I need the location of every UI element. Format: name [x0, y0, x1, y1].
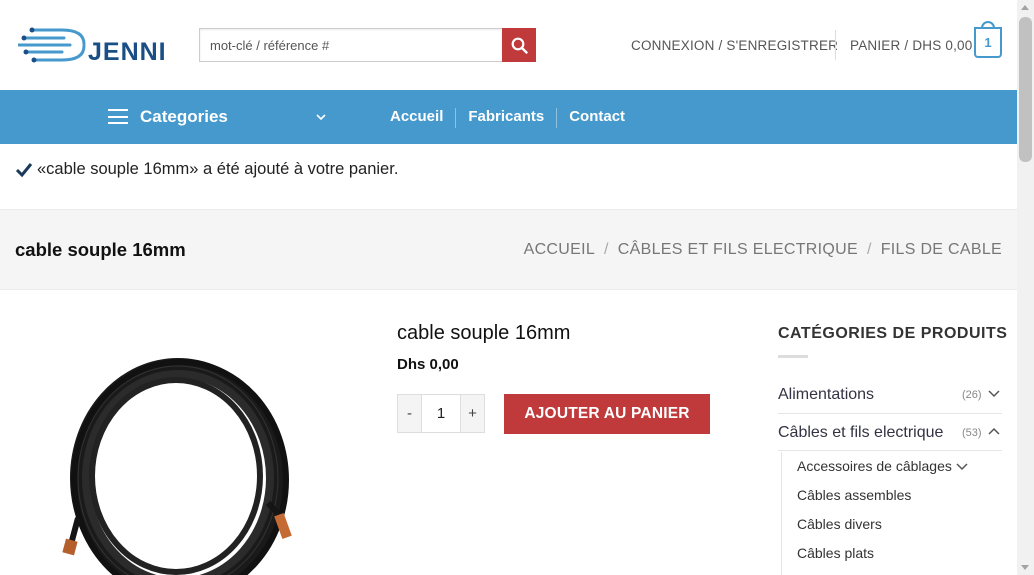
checkmark-icon	[15, 162, 33, 177]
cart-count-badge[interactable]: 1	[974, 27, 1002, 58]
search-input[interactable]	[199, 28, 502, 62]
search-form	[199, 28, 536, 62]
quantity-plus-button[interactable]: +	[461, 395, 484, 432]
sidebar-subcategory-divers[interactable]: Câbles divers	[797, 516, 882, 532]
page-title-bar: cable souple 16mm ACCUEIL / CÂBLES ET FI…	[0, 209, 1017, 290]
product-image[interactable]	[40, 318, 330, 575]
sidebar-divider	[778, 450, 1002, 451]
breadcrumb-item-subcategory[interactable]: FILS DE CABLE	[881, 241, 1002, 259]
category-count: (53)	[962, 427, 982, 439]
site-logo[interactable]: JENNI	[18, 22, 168, 68]
sidebar-category-alimentations[interactable]: Alimentations	[778, 386, 874, 404]
scroll-down-arrow-icon[interactable]	[1021, 565, 1029, 570]
search-icon	[511, 37, 528, 54]
nav-item-accueil[interactable]: Accueil	[378, 108, 455, 128]
login-register-link[interactable]: CONNEXION / S'ENREGISTRER	[631, 38, 838, 53]
sidebar-category-cables[interactable]: Câbles et fils electrique	[778, 424, 943, 442]
add-to-cart-button[interactable]: AJOUTER AU PANIER	[504, 394, 710, 434]
category-count: (26)	[962, 389, 982, 401]
nav-links: Accueil Fabricants Contact	[378, 108, 637, 128]
sidebar-subcategory-assembles[interactable]: Câbles assembles	[797, 487, 911, 503]
main-navbar: Categories Accueil Fabricants Contact	[0, 90, 1017, 144]
logo-lines-icon	[18, 27, 86, 63]
nav-item-contact[interactable]: Contact	[557, 108, 637, 128]
breadcrumb-separator: /	[866, 241, 872, 258]
cable-coil-image	[62, 358, 292, 575]
page-scrollbar[interactable]	[1017, 0, 1034, 575]
page-title: cable souple 16mm	[15, 239, 186, 260]
scroll-up-arrow-icon[interactable]	[1021, 5, 1029, 10]
product-price: Dhs 0,00	[397, 356, 459, 373]
chevron-down-icon[interactable]	[987, 388, 1001, 400]
hamburger-menu-icon[interactable]	[108, 109, 128, 124]
notice-message: «cable souple 16mm» a été ajouté à votre…	[37, 160, 399, 178]
header-divider	[835, 30, 836, 60]
sidebar-subcategory-plats[interactable]: Câbles plats	[797, 545, 874, 561]
site-header: JENNI CONNEXION / S'ENREGISTRER PANIER /…	[0, 0, 1017, 90]
breadcrumb-item-category[interactable]: CÂBLES ET FILS ELECTRIQUE	[618, 241, 858, 259]
quantity-stepper: - 1 +	[397, 394, 485, 433]
chevron-up-icon[interactable]	[987, 426, 1001, 438]
sidebar-divider	[778, 413, 1002, 414]
breadcrumb: ACCUEIL / CÂBLES ET FILS ELECTRIQUE / FI…	[524, 241, 1002, 259]
chevron-down-icon[interactable]	[955, 461, 969, 473]
added-to-cart-notice: «cable souple 16mm» a été ajouté à votre…	[15, 160, 398, 179]
nav-item-fabricants[interactable]: Fabricants	[456, 108, 556, 128]
sidebar-title-underline	[778, 355, 808, 358]
product-name: cable souple 16mm	[397, 322, 571, 344]
categories-menu-button[interactable]: Categories	[140, 107, 228, 127]
quantity-minus-button[interactable]: -	[398, 395, 421, 432]
breadcrumb-item-home[interactable]: ACCUEIL	[524, 241, 595, 259]
sidebar-subcategory-accessoires[interactable]: Accessoires de câblages	[797, 458, 952, 474]
quantity-input[interactable]: 1	[421, 395, 461, 432]
chevron-down-icon[interactable]	[314, 110, 328, 124]
subcategory-guide-line	[781, 452, 782, 575]
logo-text: JENNI	[88, 38, 167, 66]
cart-link[interactable]: PANIER / DHS 0,00	[850, 38, 972, 53]
scrollbar-thumb[interactable]	[1019, 17, 1032, 162]
breadcrumb-separator: /	[604, 241, 609, 258]
search-button[interactable]	[502, 28, 536, 62]
sidebar-title: CATÉGORIES DE PRODUITS	[778, 325, 1008, 342]
